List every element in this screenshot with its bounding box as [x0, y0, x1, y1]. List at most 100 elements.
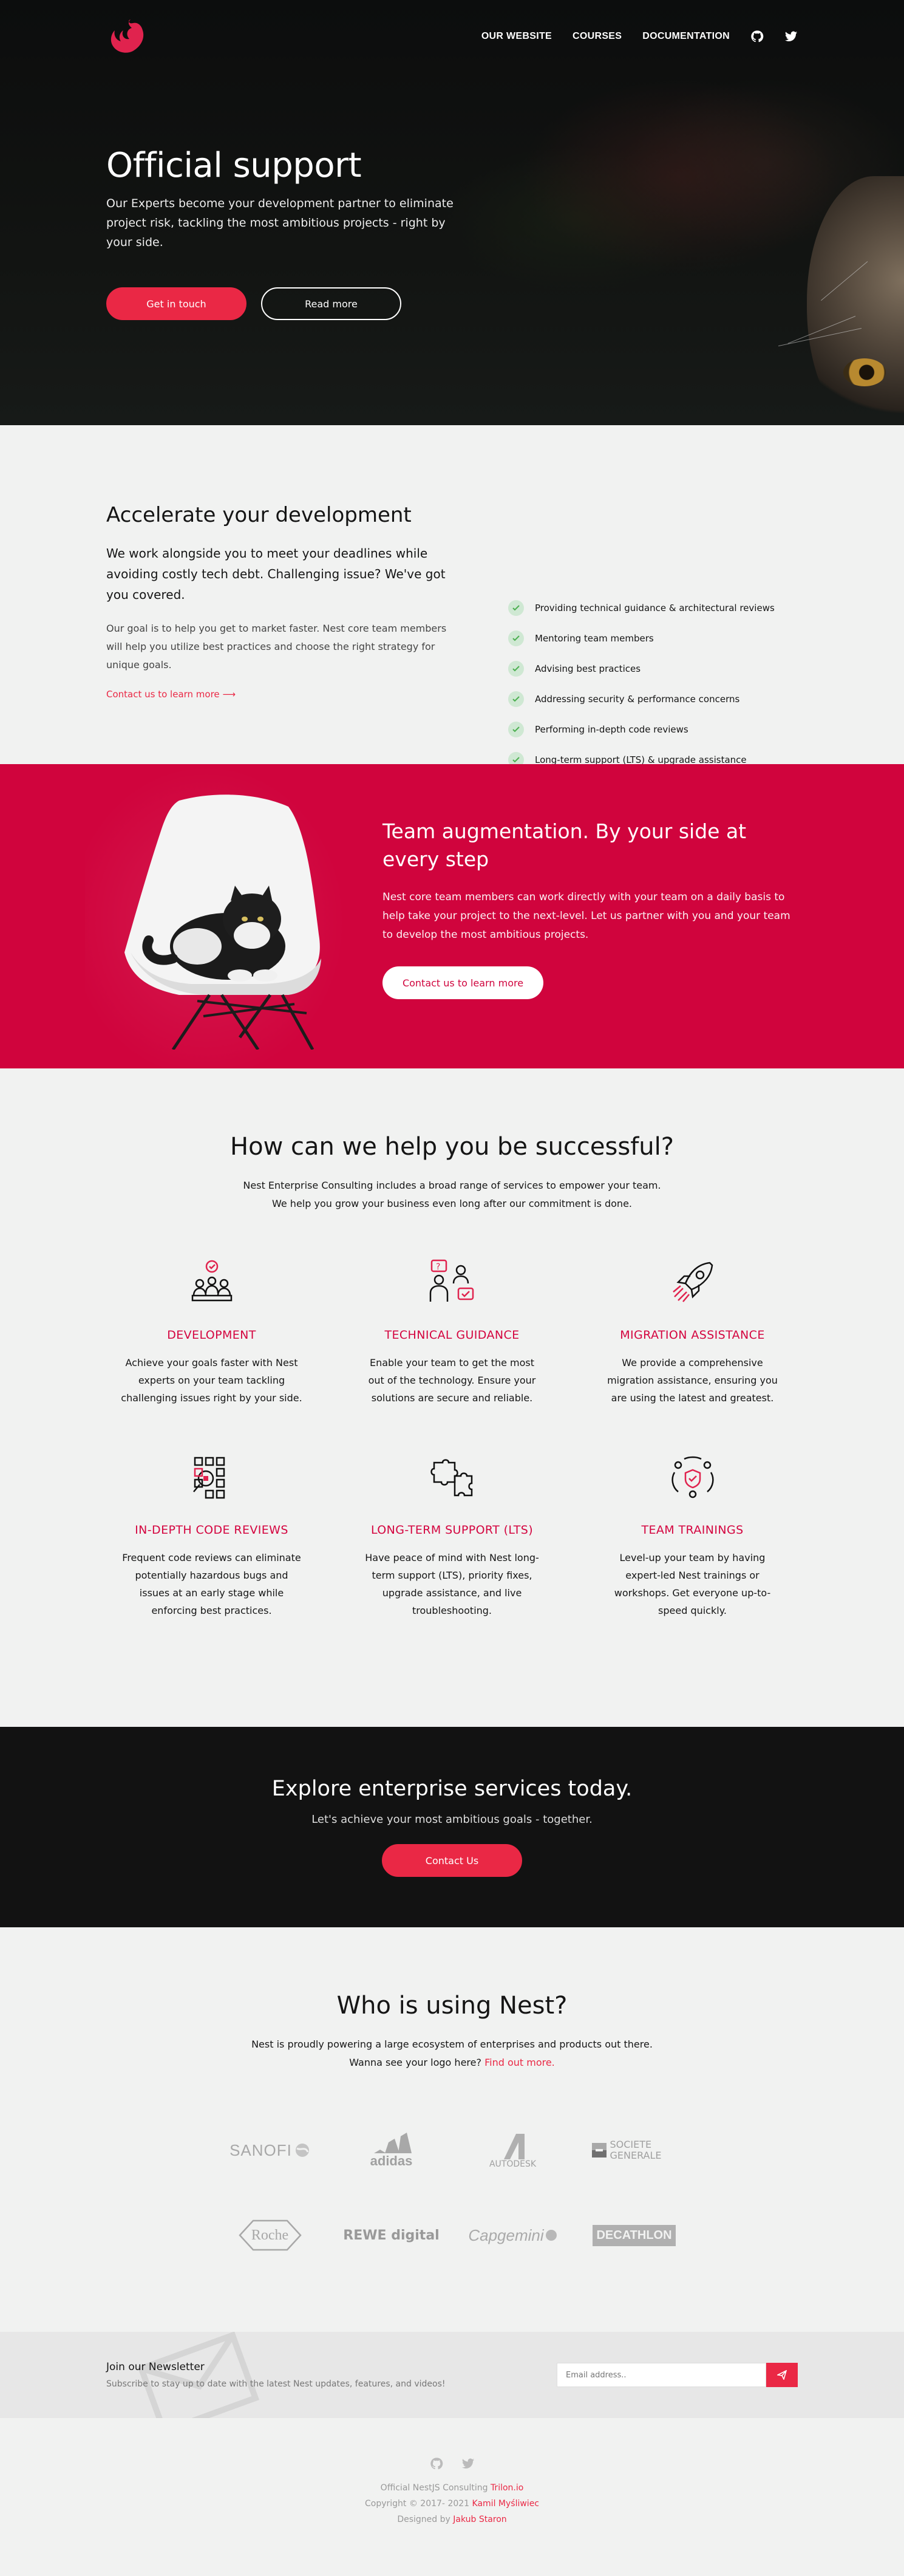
footer: Official NestJS Consulting Trilon.io Cop… — [0, 2418, 904, 2576]
capgemini-logo-text: Capgemini — [468, 2226, 544, 2244]
check-icon — [508, 630, 524, 646]
read-more-button[interactable]: Read more — [261, 287, 401, 320]
nest-logo-icon[interactable] — [106, 17, 150, 56]
service-text: Have peace of mind with Nest long-term s… — [365, 1552, 539, 1616]
service-card-technical-guidance: ? TECHNICAL GUIDANCE Enable your team to… — [332, 1257, 573, 1407]
services-checklist: Providing technical guidance & architect… — [508, 593, 775, 775]
service-title: LONG-TERM SUPPORT (LTS) — [370, 1523, 534, 1537]
sanofi-logo: SANOFI — [209, 2129, 331, 2171]
check-icon — [508, 691, 524, 707]
societe-generale-logo-text: SOCIETE GENERALE — [610, 2139, 662, 2161]
github-icon[interactable] — [750, 30, 764, 43]
explore-section: Explore enterprise services today. Let's… — [0, 1727, 904, 1927]
adidas-logo: adidas — [331, 2129, 452, 2171]
service-text: Level-up your team by having expert-led … — [614, 1552, 771, 1616]
footer-text: Official NestJS Consulting Trilon.io Cop… — [0, 2480, 904, 2527]
team-contact-button[interactable]: Contact us to learn more — [382, 966, 543, 999]
users-text: Nest is proudly powering a large ecosyst… — [0, 2035, 904, 2072]
list-item: Mentoring team members — [508, 623, 775, 654]
list-item-label: Addressing security & performance concer… — [535, 694, 740, 705]
footer-line: Copyright © 2017- 2021 Kamil Myśliwiec — [0, 2496, 904, 2512]
github-icon[interactable] — [430, 2457, 443, 2470]
users-title: Who is using Nest? — [336, 1992, 568, 2020]
arrow-right-icon: ⟶ — [222, 689, 236, 700]
contact-link-label: Contact us to learn more — [106, 689, 220, 700]
autodesk-logo-text: AUTODESK — [489, 2159, 537, 2169]
team-content: Team augmentation. By your side at every… — [382, 818, 795, 999]
newsletter-form — [557, 2363, 798, 2387]
hero-text: Our Experts become your development part… — [106, 197, 454, 249]
service-text: Achieve your goals faster with Nest expe… — [121, 1357, 302, 1404]
top-nav: OUR WEBSITE COURSES DOCUMENTATION — [0, 17, 904, 56]
newsletter-subtitle: Subscribe to stay up to date with the la… — [106, 2379, 446, 2389]
client-logos: SANOFI adidas AUTODESK SOCIETE GENERALE … — [0, 2129, 904, 2257]
service-card-code-reviews: IN-DEPTH CODE REVIEWS Frequent code revi… — [92, 1452, 332, 1619]
services-section: How can we help you be successful? Nest … — [0, 1068, 904, 1727]
service-title: DEVELOPMENT — [167, 1328, 256, 1342]
training-icon — [671, 1456, 714, 1498]
service-text: Frequent code reviews can eliminate pote… — [122, 1552, 301, 1616]
services-grid: DEVELOPMENT Achieve your goals faster wi… — [0, 1257, 904, 1619]
decathlon-logo-text: DECATHLON — [593, 2224, 676, 2246]
code-review-icon — [192, 1457, 225, 1499]
mentoring-icon: ? — [429, 1259, 474, 1302]
contact-us-button[interactable]: Contact Us — [382, 1844, 522, 1877]
service-card-migration-assistance: MIGRATION ASSISTANCE We provide a compre… — [573, 1257, 813, 1407]
adidas-logo-text: adidas — [370, 2153, 413, 2168]
check-icon — [508, 661, 524, 677]
nav-link-courses[interactable]: COURSES — [573, 31, 622, 42]
email-field[interactable] — [557, 2363, 766, 2387]
team-icon — [191, 1260, 232, 1302]
team-title: Team augmentation. By your side at every… — [382, 819, 747, 871]
kamil-link[interactable]: Kamil Myśliwiec — [472, 2499, 539, 2509]
subscribe-button[interactable] — [766, 2363, 798, 2387]
rewe-digital-logo: REWE digital — [331, 2214, 452, 2257]
cat-eye — [843, 358, 886, 386]
societe-generale-logo: SOCIETE GENERALE — [574, 2129, 695, 2171]
team-augmentation-section: Team augmentation. By your side at every… — [0, 764, 904, 1068]
nav-link-our-website[interactable]: OUR WEBSITE — [481, 31, 552, 42]
service-title: TECHNICAL GUIDANCE — [384, 1328, 520, 1342]
jakub-link[interactable]: Jakub Staron — [453, 2515, 506, 2524]
newsletter-section: Join our Newsletter Subscribe to stay up… — [0, 2332, 904, 2418]
contact-link[interactable]: Contact us to learn more ⟶ — [106, 689, 236, 700]
services-subtitle: Nest Enterprise Consulting includes a br… — [0, 1177, 904, 1213]
footer-line-text: Copyright © 2017- 2021 — [365, 2499, 470, 2509]
cat-photo — [807, 176, 904, 425]
who-uses-section: Who is using Nest? Nest is proudly power… — [0, 1927, 904, 2332]
send-icon — [777, 2370, 787, 2380]
hero-title: Official support — [106, 146, 362, 185]
accelerate-body: Our goal is to help you get to market fa… — [106, 623, 447, 671]
get-in-touch-button[interactable]: Get in touch — [106, 287, 246, 320]
roche-logo: Roche — [209, 2214, 331, 2257]
twitter-icon[interactable] — [784, 30, 798, 43]
list-item-label: Mentoring team members — [535, 633, 654, 644]
check-icon — [508, 722, 524, 737]
list-item: Addressing security & performance concer… — [508, 684, 775, 714]
list-item: Performing in-depth code reviews — [508, 714, 775, 745]
service-card-team-trainings: TEAM TRAININGS Level-up your team by hav… — [573, 1452, 813, 1619]
footer-line: Official NestJS Consulting Trilon.io — [0, 2480, 904, 2496]
footer-line: Designed by Jakub Staron — [0, 2512, 904, 2527]
footer-social-icons — [0, 2457, 904, 2470]
service-card-development: DEVELOPMENT Achieve your goals faster wi… — [92, 1257, 332, 1407]
hero-content: Official support Our Experts become your… — [106, 146, 471, 320]
nav-link-documentation[interactable]: DOCUMENTATION — [642, 31, 730, 42]
decathlon-logo: DECATHLON — [574, 2214, 695, 2257]
explore-subtitle: Let's achieve your most ambitious goals … — [311, 1813, 593, 1826]
autodesk-logo: AUTODESK — [452, 2129, 574, 2171]
find-out-more-link[interactable]: Find out more. — [484, 2057, 555, 2068]
explore-title: Explore enterprise services today. — [271, 1777, 633, 1801]
trilon-link[interactable]: Trilon.io — [491, 2483, 523, 2493]
hero-section: OUR WEBSITE COURSES DOCUMENTATION Offici… — [0, 0, 904, 425]
rewe-digital-logo-text: REWE digital — [343, 2227, 440, 2243]
list-item: Providing technical guidance & architect… — [508, 593, 775, 623]
services-subtitle-line: We help you grow your business even long… — [271, 1198, 632, 1209]
roche-logo-text: Roche — [251, 2227, 289, 2243]
twitter-icon[interactable] — [461, 2457, 475, 2470]
service-text: Enable your team to get the most out of … — [368, 1357, 536, 1404]
check-icon — [508, 600, 524, 616]
list-item-label: Performing in-depth code reviews — [535, 724, 688, 735]
list-item-label: Providing technical guidance & architect… — [535, 603, 775, 613]
rocket-icon — [672, 1262, 713, 1302]
